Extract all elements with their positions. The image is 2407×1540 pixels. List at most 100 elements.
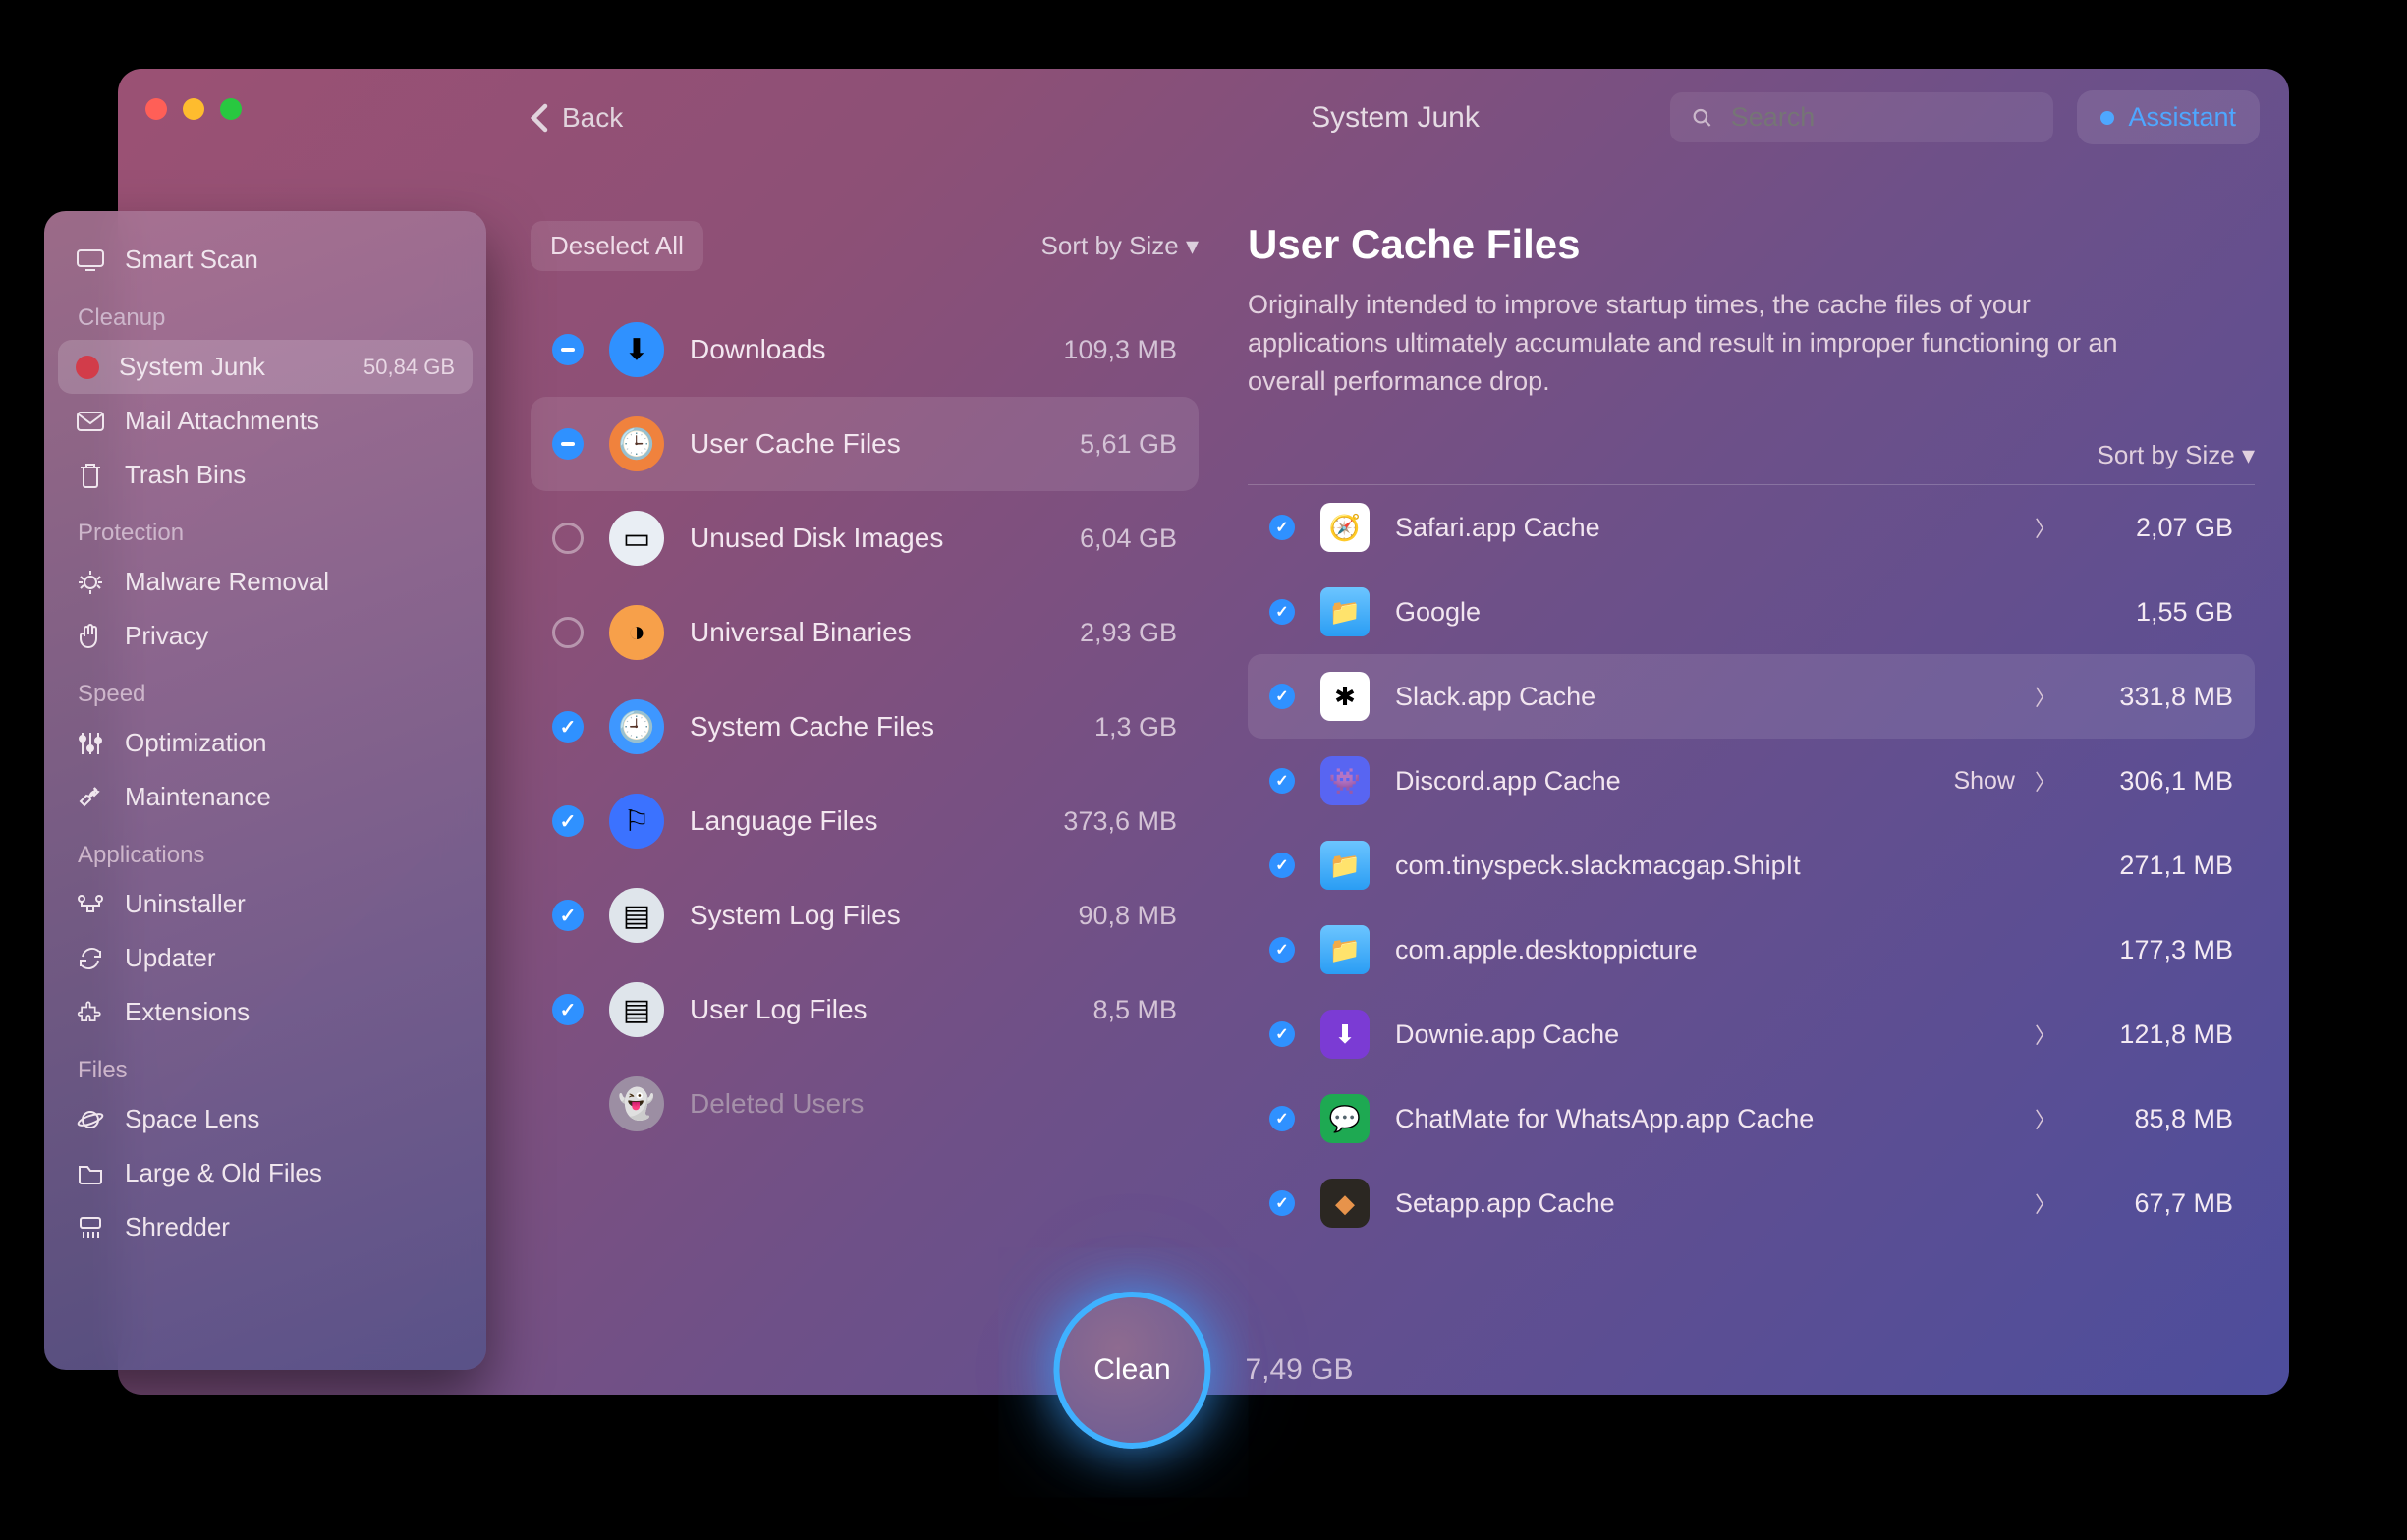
deselect-all-button[interactable]: Deselect All [531, 221, 703, 271]
category-checkbox[interactable] [552, 428, 584, 460]
search-input[interactable] [1731, 102, 2033, 133]
sort-detail-dropdown[interactable]: Sort by Size ▾ [1248, 440, 2255, 485]
cache-item-checkbox[interactable] [1269, 1190, 1295, 1216]
cache-item-row-7[interactable]: 💬ChatMate for WhatsApp.app Cache〉85,8 MB [1248, 1076, 2255, 1161]
chevron-right-icon: 〉 [2035, 765, 2056, 797]
cache-item-checkbox[interactable] [1269, 768, 1295, 794]
sidebar-item-label: Updater [125, 943, 216, 973]
category-size: 6,04 GB [1080, 523, 1177, 554]
cache-item-row-3[interactable]: 👾Discord.app CacheShow〉306,1 MB [1248, 739, 2255, 823]
category-row-7[interactable]: ▤User Log Files8,5 MB [531, 962, 1199, 1057]
show-button[interactable]: Show [1953, 767, 2015, 796]
category-icon: ⬇ [609, 322, 664, 377]
sidebar-item-smart-scan[interactable]: Smart Scan [58, 233, 473, 287]
cache-item-checkbox[interactable] [1269, 599, 1295, 625]
sidebar-item-extensions[interactable]: Extensions [58, 985, 473, 1039]
sidebar-section-speed: Speed [58, 663, 473, 716]
app-icon: 👾 [1320, 756, 1370, 805]
chevron-right-icon: 〉 [2035, 1018, 2056, 1050]
cache-item-row-8[interactable]: ◆Setapp.app Cache〉67,7 MB [1248, 1161, 2255, 1245]
cache-item-checkbox[interactable] [1269, 684, 1295, 709]
category-label: Universal Binaries [690, 617, 912, 648]
cache-item-row-5[interactable]: 📁com.apple.desktoppicture〉177,3 MB [1248, 908, 2255, 992]
sidebar-item-space-lens[interactable]: Space Lens [58, 1092, 473, 1146]
cache-item-checkbox[interactable] [1269, 937, 1295, 962]
app-icon: ⬇ [1320, 1010, 1370, 1059]
sidebar-item-optimization[interactable]: Optimization [58, 716, 473, 770]
category-icon: ◑ [609, 605, 664, 660]
search-field[interactable] [1670, 92, 2053, 142]
category-checkbox[interactable] [552, 617, 584, 648]
category-row-5[interactable]: ⚐Language Files373,6 MB [531, 774, 1199, 868]
sidebar-item-mail-attachments[interactable]: Mail Attachments [58, 394, 473, 448]
category-row-4[interactable]: 🕘System Cache Files1,3 GB [531, 680, 1199, 774]
cache-item-label: Setapp.app Cache [1395, 1188, 1615, 1219]
category-row-8[interactable]: 👻Deleted Users [531, 1057, 1199, 1151]
category-label: Downloads [690, 334, 826, 365]
category-checkbox[interactable] [552, 994, 584, 1025]
cache-item-checkbox[interactable] [1269, 1106, 1295, 1131]
category-checkbox[interactable] [552, 522, 584, 554]
clean-button[interactable]: Clean [1053, 1292, 1210, 1449]
cache-item-label: Slack.app Cache [1395, 682, 1595, 712]
sidebar-item-trash-bins[interactable]: Trash Bins [58, 448, 473, 502]
cache-item-row-0[interactable]: 🧭Safari.app Cache〉2,07 GB [1248, 485, 2255, 570]
sidebar-item-uninstaller[interactable]: Uninstaller [58, 877, 473, 931]
chevron-left-icon [531, 103, 548, 133]
cache-item-row-1[interactable]: 📁Google〉1,55 GB [1248, 570, 2255, 654]
category-row-3[interactable]: ◑Universal Binaries2,93 GB [531, 585, 1199, 680]
junk-categories-list: Deselect All Sort by Size ▾ ⬇Downloads10… [531, 221, 1199, 1355]
category-row-0[interactable]: ⬇Downloads109,3 MB [531, 302, 1199, 397]
category-row-1[interactable]: 🕒User Cache Files5,61 GB [531, 397, 1199, 491]
zoom-window-button[interactable] [220, 98, 242, 120]
close-window-button[interactable] [145, 98, 167, 120]
minimize-window-button[interactable] [183, 98, 204, 120]
category-icon: 🕘 [609, 699, 664, 754]
puzzle-icon [76, 999, 105, 1026]
cache-item-checkbox[interactable] [1269, 1021, 1295, 1047]
category-checkbox[interactable] [552, 900, 584, 931]
clean-total-size: 7,49 GB [1245, 1353, 1353, 1387]
sidebar-item-large-old-files[interactable]: Large & Old Files [58, 1146, 473, 1200]
cache-item-label: com.tinyspeck.slackmacgap.ShipIt [1395, 851, 1801, 881]
category-row-6[interactable]: ▤System Log Files90,8 MB [531, 868, 1199, 962]
sidebar-item-shredder[interactable]: Shredder [58, 1200, 473, 1254]
hand-icon [76, 623, 105, 650]
cache-item-checkbox[interactable] [1269, 852, 1295, 878]
sidebar-item-label: Trash Bins [125, 460, 246, 490]
category-checkbox[interactable] [552, 334, 584, 365]
sidebar-section-protection: Protection [58, 502, 473, 555]
cache-item-row-6[interactable]: ⬇Downie.app Cache〉121,8 MB [1248, 992, 2255, 1076]
sort-categories-dropdown[interactable]: Sort by Size ▾ [1041, 231, 1199, 261]
cache-item-size: 1,55 GB [2076, 597, 2233, 628]
assistant-button[interactable]: Assistant [2077, 90, 2260, 144]
category-size: 373,6 MB [1063, 806, 1177, 837]
sidebar-item-updater[interactable]: Updater [58, 931, 473, 985]
sidebar-item-maintenance[interactable]: Maintenance [58, 770, 473, 824]
category-checkbox[interactable] [552, 805, 584, 837]
sidebar-item-privacy[interactable]: Privacy [58, 609, 473, 663]
app-icon: ✱ [1320, 672, 1370, 721]
sidebar-item-system-junk[interactable]: System Junk 50,84 GB [58, 340, 473, 394]
cache-item-label: ChatMate for WhatsApp.app Cache [1395, 1104, 1814, 1134]
clean-action: Clean 7,49 GB [1053, 1292, 1353, 1449]
planet-icon [76, 1106, 105, 1133]
back-button[interactable]: Back [531, 102, 623, 134]
category-icon: ▤ [609, 888, 664, 943]
assistant-label: Assistant [2128, 102, 2236, 133]
cache-item-row-4[interactable]: 📁com.tinyspeck.slackmacgap.ShipIt〉271,1 … [1248, 823, 2255, 908]
sidebar-item-malware-removal[interactable]: Malware Removal [58, 555, 473, 609]
cache-item-row-2[interactable]: ✱Slack.app Cache〉331,8 MB [1248, 654, 2255, 739]
category-checkbox[interactable] [552, 711, 584, 742]
cache-item-checkbox[interactable] [1269, 515, 1295, 540]
cache-item-size: 177,3 MB [2076, 935, 2233, 965]
category-row-2[interactable]: ▭Unused Disk Images6,04 GB [531, 491, 1199, 585]
cache-item-label: Google [1395, 597, 1481, 628]
sidebar-item-label: Extensions [125, 997, 250, 1027]
detail-panel: User Cache Files Originally intended to … [1248, 221, 2255, 1355]
category-label: User Log Files [690, 994, 868, 1025]
sidebar-item-label: Mail Attachments [125, 406, 319, 436]
sidebar-section-applications: Applications [58, 824, 473, 877]
envelope-icon [76, 411, 105, 432]
chevron-right-icon: 〉 [2035, 1187, 2056, 1219]
